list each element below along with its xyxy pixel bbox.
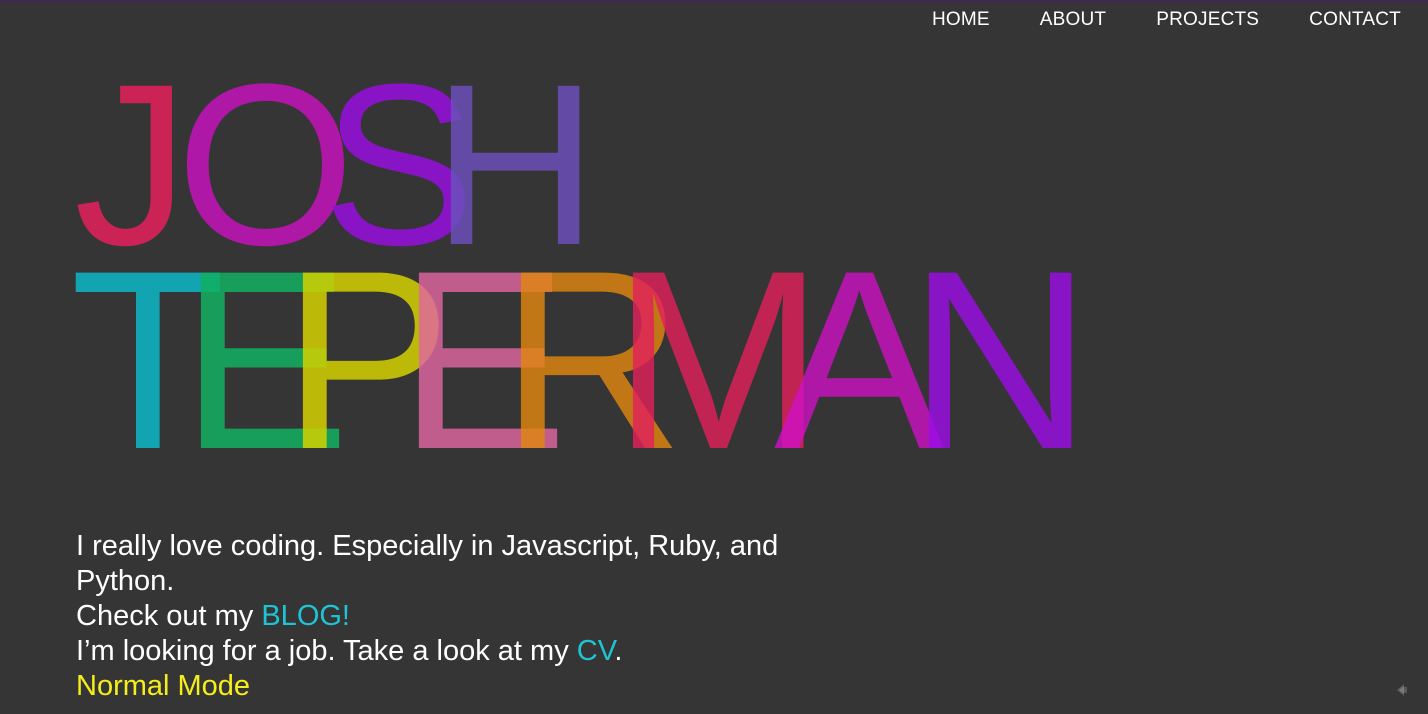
logo-letter-n: N [908, 218, 1092, 503]
mode-toggle-link[interactable]: Normal Mode [76, 670, 250, 702]
intro-line-2-text: Check out my [76, 600, 262, 632]
intro-line-3-text: I’m looking for a job. Take a look at my [76, 635, 577, 667]
corner-widget-icon[interactable] [1394, 682, 1410, 698]
cv-link[interactable]: CV [577, 635, 615, 667]
intro-line-2: Check out my BLOG! [76, 599, 836, 634]
mode-toggle-row: Normal Mode [76, 669, 836, 704]
intro-line-3: I’m looking for a job. Take a look at my… [76, 634, 836, 669]
intro-line-1: I really love coding. Especially in Java… [76, 530, 779, 597]
intro-copy: I really love coding. Especially in Java… [76, 529, 836, 704]
blog-link[interactable]: BLOG! [261, 600, 350, 632]
intro-line-3-suffix: . [614, 635, 623, 667]
